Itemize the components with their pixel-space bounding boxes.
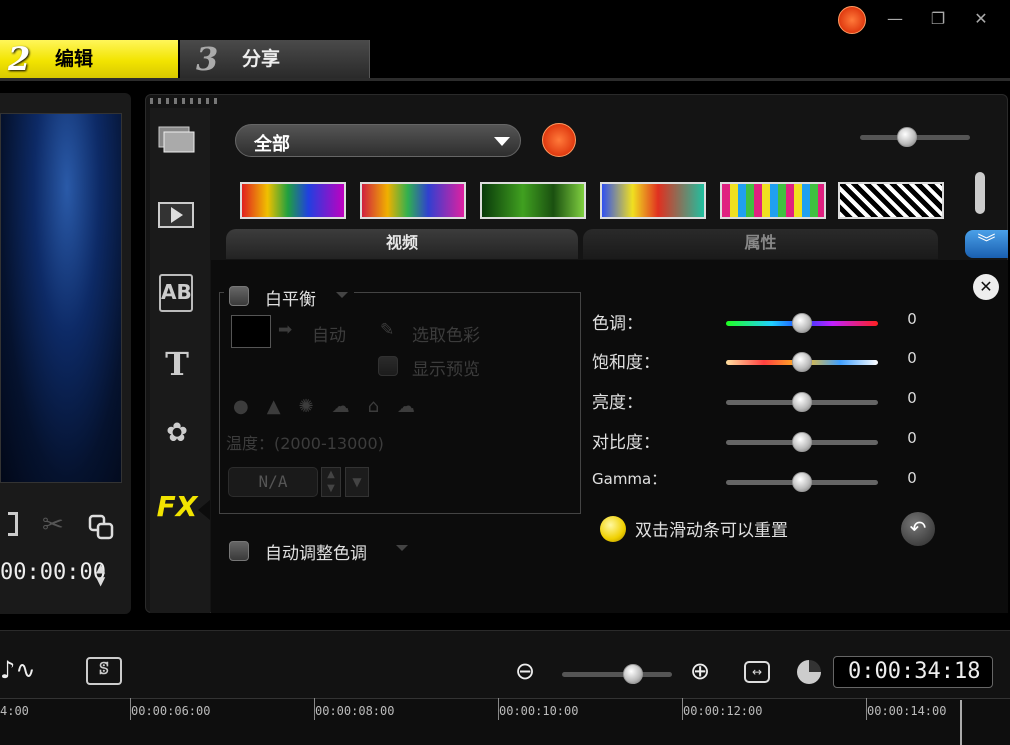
hint-text: 双击滑动条可以重置 [635,521,788,541]
timeline-end-marker [960,700,962,745]
divider [0,78,1010,81]
contrast-value: 0 [907,429,917,447]
step-label: 分享 [242,48,281,70]
timecode-stepper[interactable]: ▲ ▼ [96,562,105,588]
close-options-icon[interactable]: ✕ [973,274,999,300]
ruler-label: 00:00:08:00 [315,704,395,718]
text-t-icon[interactable]: T [156,345,198,383]
transition-icon[interactable] [156,197,198,235]
ruler-label: 00:00:10:00 [499,704,579,718]
hue-label: 色调： [592,314,643,334]
scrollbar-thumb[interactable] [975,172,985,214]
close-button[interactable]: ✕ [969,8,993,30]
duration-clock-icon[interactable] [797,660,821,684]
temperature-stepper[interactable]: ▲ ▼ [321,467,341,497]
project-timecode[interactable]: 0:00:34:18 [833,656,993,688]
step-number: 2 [8,40,31,78]
import-button[interactable] [542,123,576,157]
white-balance-label: 白平衡 [265,290,316,310]
show-preview-label: 显示预览 [412,360,480,380]
gamma-label: Gamma： [592,470,667,488]
fx-thumbnail[interactable] [480,182,586,219]
filter-value: 全部 [254,134,290,155]
zoom-out-icon[interactable]: ⊖ [515,657,535,685]
fx-thumbnail[interactable] [720,182,826,219]
lightbulb-icon [600,516,626,542]
saturation-label: 饱和度： [592,353,660,373]
audio-waveform-icon[interactable]: ♪∿ [0,656,35,684]
white-balance-preset-icons[interactable]: ●▲✺☁⌂☁ [233,396,433,417]
copy-icon[interactable] [88,514,114,540]
tab-video[interactable]: 视频 [226,229,578,259]
fx-icon[interactable]: FX [156,490,198,528]
temperature-input[interactable]: N/A [228,467,318,497]
ruler-label: 00:00:12:00 [683,704,763,718]
graphic-flower-icon[interactable]: ✿ [156,418,198,456]
temperature-label: 温度：(2000-13000) [226,434,384,453]
collapse-options-button[interactable]: ︾ [965,230,1008,258]
attribute-tabs: 视频 属性 [226,229,938,259]
restore-button[interactable]: ❐ [926,8,950,30]
chevron-down-icon[interactable] [396,545,408,551]
white-balance-checkbox[interactable] [229,286,249,306]
preview-timecode[interactable]: 00:00:00 [0,560,106,585]
fx-thumbnail[interactable] [838,182,944,219]
filter-dropdown[interactable]: 全部 [235,124,521,157]
brightness-label: 亮度： [592,393,643,413]
slider-knob[interactable] [792,313,812,333]
color-swatch [231,315,271,348]
temperature-dropdown[interactable]: ▼ [345,467,369,497]
tab-attributes[interactable]: 属性 [583,229,938,259]
media-icon[interactable] [156,122,198,160]
ruler-label: 00:00:06:00 [131,704,211,718]
reset-undo-icon[interactable]: ↶ [901,512,935,546]
slider-knob[interactable] [897,127,917,147]
auto-label[interactable]: 自动 [312,321,346,346]
hue-value: 0 [907,310,917,328]
fit-project-icon[interactable]: ↔ [744,661,770,683]
auto-tone-checkbox[interactable] [229,541,249,561]
step-label: 编辑 [55,48,94,70]
step-tab-share[interactable]: 3 分享 [180,40,370,78]
zoom-in-icon[interactable]: ⊕ [690,657,710,685]
split-icon[interactable]: ꕷ [86,657,122,685]
arrow-icon: ➡ [278,320,293,340]
drag-handle[interactable] [150,98,222,104]
gamma-value: 0 [907,469,917,487]
ruler-label: 4:00 [0,704,29,718]
scissors-icon[interactable]: ✂ [42,510,64,540]
corel-logo-icon[interactable] [838,6,866,34]
ruler-label: 00:00:14:00 [867,704,947,718]
preview-screen [0,113,122,483]
selection-pointer [198,500,210,520]
step-tab-edit[interactable]: 2 编辑 [0,40,178,78]
slider-knob[interactable] [792,352,812,372]
saturation-value: 0 [907,349,917,367]
pick-color-button[interactable]: 选取色彩 [412,321,480,346]
mark-out-icon[interactable] [8,512,18,536]
fx-thumbnail[interactable] [360,182,466,219]
slider-knob[interactable] [623,664,643,684]
step-number: 3 [196,40,219,78]
fx-thumbnail[interactable] [600,182,706,219]
show-preview-checkbox[interactable] [378,356,398,376]
minimize-button[interactable]: — [883,8,907,30]
contrast-label: 对比度： [592,433,660,453]
slider-knob[interactable] [792,432,812,452]
fx-thumbnail[interactable] [240,182,346,219]
timeline-zoom-slider[interactable] [562,672,672,677]
slider-knob[interactable] [792,392,812,412]
auto-tone-label: 自动调整色调 [265,544,367,564]
eyedropper-icon: ✎ [380,320,395,340]
brightness-value: 0 [907,389,917,407]
title-ab-icon[interactable]: AB [159,274,193,312]
chevron-down-icon [494,137,510,146]
chevron-down-icon[interactable] [336,292,348,298]
slider-knob[interactable] [792,472,812,492]
